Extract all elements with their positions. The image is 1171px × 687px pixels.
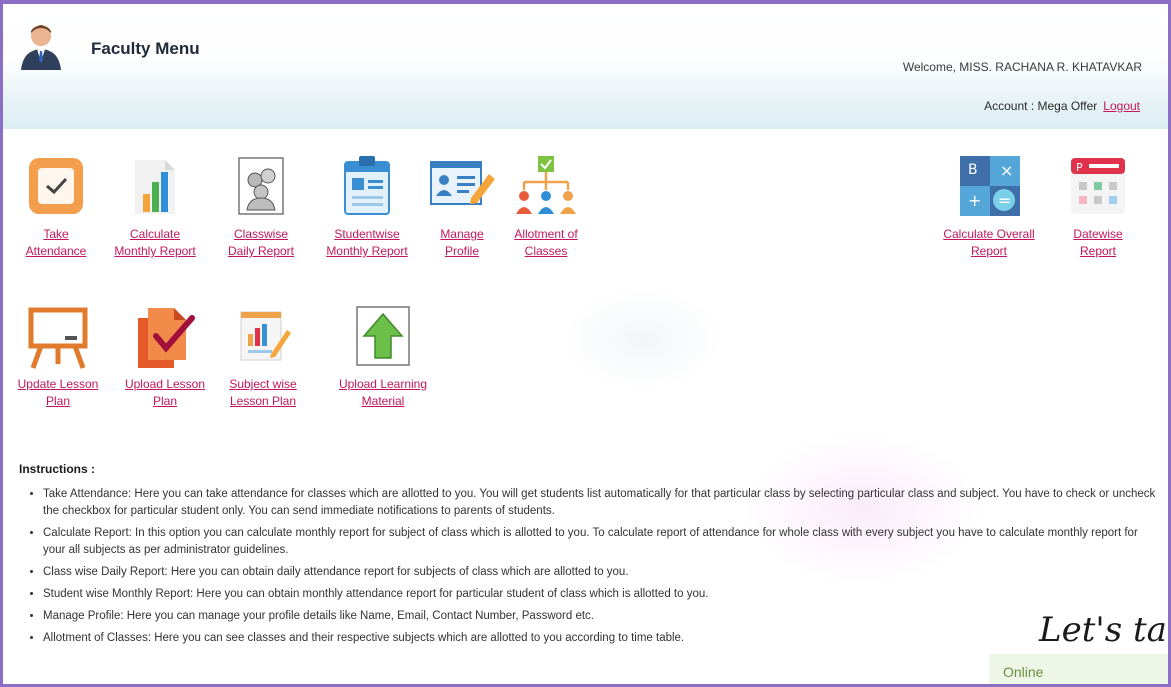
calendar-icon: P xyxy=(1071,158,1125,214)
id-card-icon xyxy=(344,156,390,215)
group-users-icon xyxy=(238,157,284,215)
manage-profile-link[interactable]: Manage Profile xyxy=(427,154,497,260)
upload-material-label: Upload Learning xyxy=(338,377,428,391)
manage-profile-label-2: Profile xyxy=(444,244,479,258)
allotment-label: Allotment of xyxy=(514,227,578,241)
svg-text:+: + xyxy=(968,191,981,210)
upload-lesson-label: Upload Lesson xyxy=(124,377,206,391)
update-lesson-label-2: Plan xyxy=(45,394,71,408)
classwise-daily-label: Classwise xyxy=(233,227,288,241)
instruction-item: Calculate Report: In this option you can… xyxy=(43,525,1163,559)
edit-profile-icon xyxy=(430,161,495,205)
report-edit-icon xyxy=(240,311,291,361)
upload-learning-material-link[interactable]: Upload Learning Material xyxy=(321,304,445,410)
take-attendance-label: Take xyxy=(43,227,69,241)
chat-widget-greeting[interactable]: Let's ta xyxy=(1039,610,1167,650)
instruction-item: Allotment of Classes: Here you can see c… xyxy=(43,630,1163,647)
header-bar: Faculty Menu Welcome, MISS. RACHANA R. K… xyxy=(3,4,1168,129)
faculty-avatar-icon xyxy=(21,25,61,70)
update-lesson-plan-link[interactable]: Update Lesson Plan xyxy=(3,304,113,410)
whiteboard-icon xyxy=(28,307,88,369)
svg-text:P: P xyxy=(1076,161,1083,174)
document-check-icon xyxy=(138,308,195,368)
page-frame: Faculty Menu Welcome, MISS. RACHANA R. K… xyxy=(0,0,1171,687)
page-title: Faculty Menu xyxy=(91,39,200,58)
hierarchy-icon xyxy=(516,156,576,214)
datewise-label: Datewise xyxy=(1073,227,1123,241)
subject-wise-lesson-plan-link[interactable]: Subject wise Lesson Plan xyxy=(215,304,311,410)
background-decoration xyxy=(563,289,723,389)
studentwise-monthly-label: Studentwise xyxy=(334,227,400,241)
upload-material-label-2: Material xyxy=(361,394,405,408)
calculate-overall-report-link[interactable]: B × + = Calculate Overall Report xyxy=(927,154,1051,260)
instructions-heading: Instructions : xyxy=(19,462,96,476)
take-attendance-icon xyxy=(29,158,83,214)
studentwise-monthly-label-2: Monthly Report xyxy=(326,244,408,258)
logout-link[interactable]: Logout xyxy=(1103,99,1140,113)
classwise-daily-label-2: Daily Report xyxy=(227,244,295,258)
svg-text:×: × xyxy=(1000,161,1013,180)
datewise-report-link[interactable]: P Datewise Report xyxy=(1059,154,1137,260)
manage-profile-label: Manage xyxy=(440,227,484,241)
datewise-label-2: Report xyxy=(1079,244,1117,258)
instructions-list: Take Attendance: Here you can take atten… xyxy=(23,486,1163,652)
account-label: Account : Mega Offer xyxy=(984,99,1098,113)
take-attendance-link[interactable]: Take Attendance xyxy=(17,154,95,260)
upload-lesson-plan-link[interactable]: Upload Lesson Plan xyxy=(115,304,215,410)
studentwise-monthly-report-link[interactable]: Studentwise Monthly Report xyxy=(311,154,423,260)
calculate-monthly-report-link[interactable]: Calculate Monthly Report xyxy=(99,154,211,260)
account-area: Account : Mega Offer Logout xyxy=(984,99,1140,113)
take-attendance-label-2: Attendance xyxy=(25,244,87,258)
svg-text:=: = xyxy=(998,191,1011,210)
svg-text:B: B xyxy=(968,162,978,178)
calculate-overall-label: Calculate Overall xyxy=(943,227,1035,241)
welcome-text: Welcome, MISS. RACHANA R. KHATAVKAR xyxy=(902,60,1142,74)
subject-lesson-label-2: Lesson Plan xyxy=(229,394,297,408)
calculate-monthly-label-2: Monthly Report xyxy=(114,244,196,258)
calculator-icon: B × + = xyxy=(960,156,1020,216)
upload-lesson-label-2: Plan xyxy=(152,394,178,408)
upload-arrow-icon xyxy=(356,306,410,366)
bar-chart-icon xyxy=(135,160,175,214)
instruction-item: Student wise Monthly Report: Here you ca… xyxy=(43,586,1163,603)
chat-widget-status[interactable]: Online xyxy=(989,654,1168,684)
allotment-of-classes-link[interactable]: Allotment of Classes xyxy=(501,154,591,260)
calculate-overall-label-2: Report xyxy=(970,244,1008,258)
classwise-daily-report-link[interactable]: Classwise Daily Report xyxy=(215,154,307,260)
subject-lesson-label: Subject wise xyxy=(229,377,297,391)
instruction-item: Take Attendance: Here you can take atten… xyxy=(43,486,1163,520)
update-lesson-label: Update Lesson xyxy=(17,377,99,391)
calculate-monthly-label: Calculate xyxy=(129,227,181,241)
allotment-label-2: Classes xyxy=(524,244,568,258)
instruction-item: Class wise Daily Report: Here you can ob… xyxy=(43,564,1163,581)
instruction-item: Manage Profile: Here you can manage your… xyxy=(43,608,1163,625)
